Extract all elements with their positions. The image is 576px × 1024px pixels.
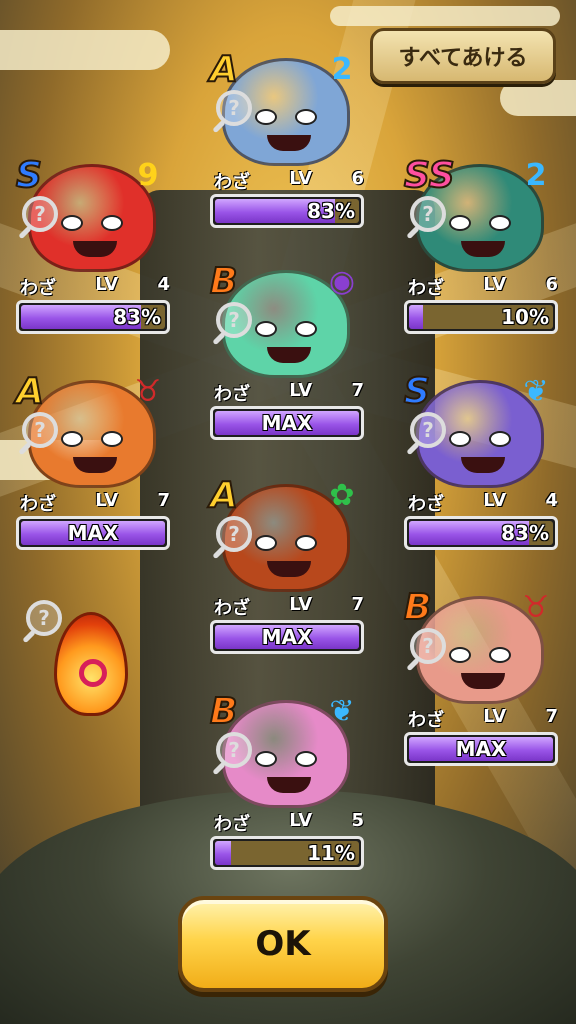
skill-level-row: わざ LV 7	[408, 706, 558, 731]
skill-label: わざ	[214, 598, 250, 619]
skill-label: わざ	[408, 494, 444, 515]
tribe-icon: ✿	[329, 478, 355, 513]
magnifier-icon[interactable]: ?	[26, 600, 62, 636]
skill-level-row: わざ LV 7	[214, 594, 364, 619]
rank-badge: B	[209, 691, 238, 732]
skill-progress-bar: MAX	[210, 620, 364, 654]
skill-label: わざ	[214, 384, 250, 405]
lv-label: LV	[289, 810, 313, 831]
tribe-icon: ◉	[328, 264, 356, 299]
skill-progress-bar: 10%	[404, 300, 558, 334]
progress-text: MAX	[67, 521, 119, 545]
skill-label: わざ	[408, 710, 444, 731]
level-value: 6	[545, 274, 558, 295]
tribe-icon: 2	[525, 158, 547, 193]
lv-label: LV	[483, 490, 507, 511]
ok-button[interactable]: OK	[178, 896, 388, 992]
level-value: 7	[351, 380, 364, 401]
skill-progress-bar: 83%	[210, 194, 364, 228]
progress-text: MAX	[455, 737, 507, 761]
lv-label: LV	[289, 594, 313, 615]
open-all-button[interactable]: すべてあける	[370, 28, 556, 84]
magnifier-icon[interactable]: ?	[216, 516, 252, 552]
lv-label: LV	[289, 380, 313, 401]
progress-text: 11%	[307, 841, 355, 865]
level-value: 7	[545, 706, 558, 727]
skill-level-row: わざ LV 5	[214, 810, 364, 835]
rank-badge: SS	[403, 155, 456, 196]
skill-label: わざ	[20, 278, 56, 299]
level-value: 7	[351, 594, 364, 615]
magnifier-icon[interactable]: ?	[410, 412, 446, 448]
lv-label: LV	[483, 274, 507, 295]
rank-badge: B	[403, 587, 432, 628]
rank-badge: S	[15, 155, 43, 196]
skill-level-row: わざ LV 7	[20, 490, 170, 515]
skill-progress-bar: 83%	[404, 516, 558, 550]
rank-badge: A	[209, 49, 239, 90]
level-value: 7	[157, 490, 170, 511]
lv-label: LV	[289, 168, 313, 189]
skill-progress-bar: MAX	[16, 516, 170, 550]
tribe-icon: ❦	[523, 374, 549, 409]
skill-label: わざ	[20, 494, 56, 515]
skill-level-row: わざ LV 7	[214, 380, 364, 405]
skill-progress-bar: MAX	[210, 406, 364, 440]
magnifier-icon[interactable]: ?	[410, 196, 446, 232]
rank-badge: A	[209, 475, 239, 516]
skill-progress-bar: 11%	[210, 836, 364, 870]
tribe-icon: 9	[137, 158, 159, 193]
level-value: 5	[351, 810, 364, 831]
magnifier-icon[interactable]: ?	[22, 412, 58, 448]
skill-level-row: わざ LV 4	[20, 274, 170, 299]
progress-text: 10%	[501, 305, 549, 329]
skill-level-row: わざ LV 6	[408, 274, 558, 299]
progress-text: MAX	[261, 411, 313, 435]
tribe-icon: 2	[331, 52, 353, 87]
magnifier-icon[interactable]: ?	[216, 302, 252, 338]
swirl-icon	[79, 659, 107, 687]
lv-label: LV	[95, 490, 119, 511]
skill-progress-bar: 83%	[16, 300, 170, 334]
lv-label: LV	[483, 706, 507, 727]
level-value: 4	[157, 274, 170, 295]
rank-badge: A	[15, 371, 45, 412]
skill-level-row: わざ LV 6	[214, 168, 364, 193]
progress-text: 83%	[113, 305, 161, 329]
skill-label: わざ	[214, 814, 250, 835]
progress-text: 83%	[307, 199, 355, 223]
rank-badge: S	[403, 371, 431, 412]
skill-progress-bar: MAX	[404, 732, 558, 766]
tribe-icon: ❦	[329, 694, 355, 729]
magnifier-icon[interactable]: ?	[216, 90, 252, 126]
skill-level-row: わざ LV 4	[408, 490, 558, 515]
lv-label: LV	[95, 274, 119, 295]
skill-label: わざ	[408, 278, 444, 299]
magnifier-icon[interactable]: ?	[216, 732, 252, 768]
level-value: 4	[545, 490, 558, 511]
rank-badge: B	[209, 261, 238, 302]
magnifier-icon[interactable]: ?	[410, 628, 446, 664]
tribe-icon: ♉	[134, 374, 162, 409]
skill-label: わざ	[214, 172, 250, 193]
progress-text: MAX	[261, 625, 313, 649]
magnifier-icon[interactable]: ?	[22, 196, 58, 232]
progress-text: 83%	[501, 521, 549, 545]
level-value: 6	[351, 168, 364, 189]
tribe-icon: ♉	[522, 590, 550, 625]
